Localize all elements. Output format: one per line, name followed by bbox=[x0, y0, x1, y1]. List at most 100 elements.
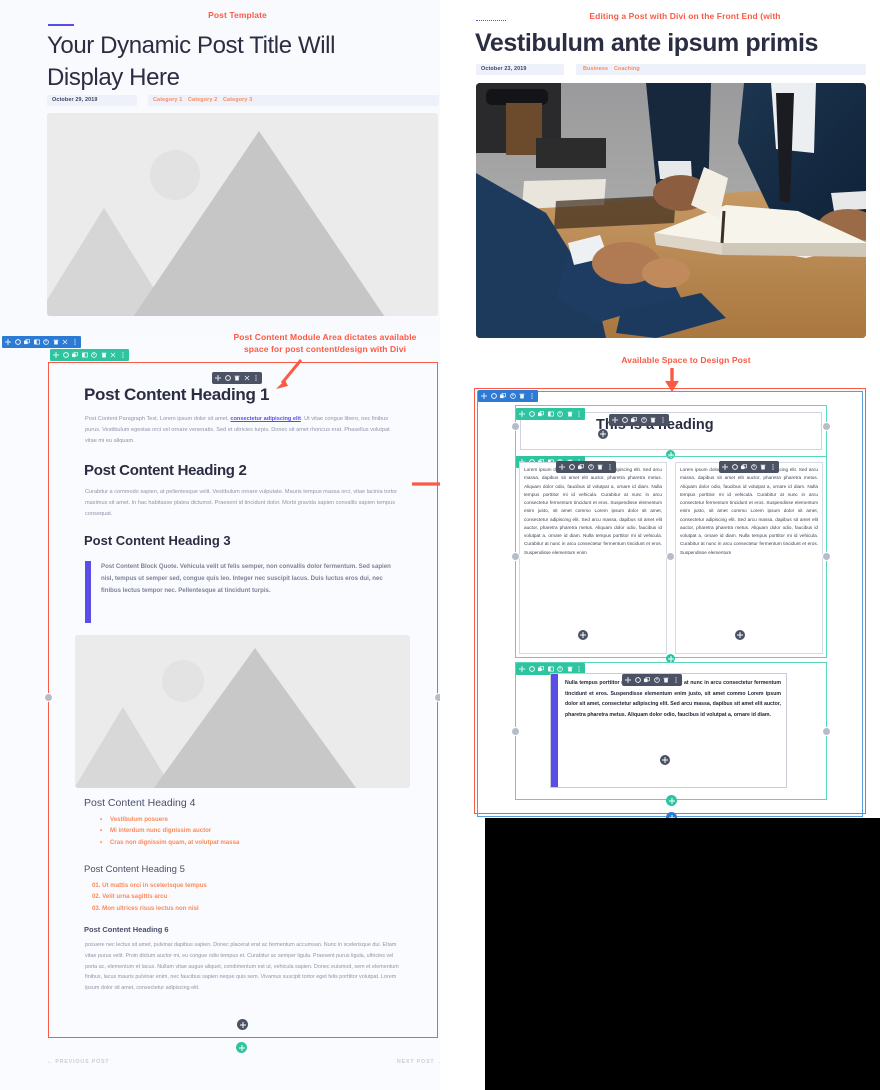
category-2[interactable]: Category 2 bbox=[188, 95, 217, 106]
more-options-icon[interactable] bbox=[120, 352, 126, 358]
trash-icon[interactable] bbox=[597, 464, 603, 470]
more-options-icon[interactable] bbox=[607, 464, 613, 470]
duplicate-icon[interactable] bbox=[741, 464, 747, 470]
gear-icon[interactable] bbox=[14, 339, 21, 345]
row-handle-left[interactable] bbox=[511, 422, 520, 431]
trash-icon[interactable] bbox=[663, 677, 669, 683]
gear-icon[interactable] bbox=[528, 411, 535, 417]
gear-icon[interactable] bbox=[528, 666, 535, 672]
add-module-blockquote[interactable] bbox=[660, 755, 670, 765]
category-coaching[interactable]: Coaching bbox=[614, 64, 640, 75]
close-icon[interactable] bbox=[110, 352, 116, 358]
gear-icon[interactable] bbox=[568, 464, 575, 470]
gear-icon[interactable] bbox=[62, 352, 69, 358]
add-section-button-left[interactable] bbox=[236, 1042, 247, 1053]
layout-icon[interactable] bbox=[547, 411, 554, 417]
move-icon[interactable] bbox=[559, 464, 565, 470]
more-options-icon[interactable] bbox=[576, 666, 582, 672]
section-toolbar-right[interactable] bbox=[478, 390, 538, 402]
add-module-col-right[interactable] bbox=[735, 630, 745, 640]
more-options-icon[interactable] bbox=[673, 677, 679, 683]
save-icon[interactable] bbox=[557, 666, 563, 672]
category-3[interactable]: Category 3 bbox=[223, 95, 252, 106]
module-toolbar-col-left[interactable] bbox=[556, 461, 616, 473]
more-options-icon[interactable] bbox=[72, 339, 78, 345]
module-toolbar-blockquote[interactable] bbox=[622, 674, 682, 686]
save-icon[interactable] bbox=[509, 393, 516, 399]
module-toolbar-heading[interactable] bbox=[609, 414, 669, 426]
next-post-link[interactable]: NEXT POST → bbox=[397, 1059, 443, 1065]
more-options-icon[interactable] bbox=[770, 464, 776, 470]
module-toolbar-col-right[interactable] bbox=[719, 461, 779, 473]
duplicate-icon[interactable] bbox=[631, 417, 637, 423]
duplicate-icon[interactable] bbox=[538, 411, 544, 417]
row-toolbar-heading[interactable] bbox=[516, 408, 585, 420]
save-icon[interactable] bbox=[750, 464, 757, 470]
save-icon[interactable] bbox=[557, 411, 563, 417]
column-handle-left[interactable] bbox=[511, 552, 520, 561]
close-icon[interactable] bbox=[244, 375, 250, 381]
save-icon[interactable] bbox=[587, 464, 594, 470]
layout-icon[interactable] bbox=[81, 352, 88, 358]
gear-icon[interactable] bbox=[224, 375, 231, 381]
module-toolbar-left[interactable] bbox=[212, 372, 262, 384]
gear-icon[interactable] bbox=[490, 393, 497, 399]
duplicate-icon[interactable] bbox=[72, 352, 78, 358]
gear-icon[interactable] bbox=[634, 677, 641, 683]
trash-icon[interactable] bbox=[760, 464, 766, 470]
paragraph-1-link[interactable]: consectetur adipiscing elit bbox=[230, 416, 301, 422]
builder-blockquote[interactable]: Nulla tempus porttitor mi id vehicula. C… bbox=[550, 673, 787, 788]
trash-icon[interactable] bbox=[100, 352, 107, 358]
row-toolbar-left[interactable] bbox=[50, 349, 129, 361]
move-icon[interactable] bbox=[612, 417, 618, 423]
gear-icon[interactable] bbox=[621, 417, 628, 423]
close-icon[interactable] bbox=[62, 339, 68, 345]
duplicate-icon[interactable] bbox=[500, 393, 506, 399]
section-toolbar-left[interactable] bbox=[2, 336, 81, 348]
blockquote-handle-left[interactable] bbox=[511, 727, 520, 736]
save-icon[interactable] bbox=[91, 352, 97, 358]
gear-icon[interactable] bbox=[731, 464, 738, 470]
more-options-icon[interactable] bbox=[253, 375, 259, 381]
layout-icon[interactable] bbox=[33, 339, 40, 345]
text-column-left[interactable]: Lorem ipsum dolor sit amet, consectetur … bbox=[519, 462, 667, 654]
row-handle-right[interactable] bbox=[822, 422, 831, 431]
add-module-button-left[interactable] bbox=[237, 1019, 248, 1030]
save-icon[interactable] bbox=[43, 339, 49, 345]
category-business[interactable]: Business bbox=[583, 64, 608, 75]
previous-post-link[interactable]: ← PREVIOUS POST bbox=[47, 1059, 110, 1065]
trash-icon[interactable] bbox=[566, 411, 573, 417]
duplicate-icon[interactable] bbox=[578, 464, 584, 470]
layout-icon[interactable] bbox=[547, 666, 554, 672]
trash-icon[interactable] bbox=[650, 417, 656, 423]
trash-icon[interactable] bbox=[52, 339, 59, 345]
save-icon[interactable] bbox=[640, 417, 647, 423]
resize-handle-left[interactable] bbox=[44, 693, 53, 702]
blockquote-handle-right[interactable] bbox=[822, 727, 831, 736]
trash-icon[interactable] bbox=[566, 666, 573, 672]
add-module-heading[interactable] bbox=[598, 429, 608, 439]
add-module-col-left[interactable] bbox=[578, 630, 588, 640]
more-options-icon[interactable] bbox=[660, 417, 666, 423]
trash-icon[interactable] bbox=[234, 375, 240, 381]
text-column-right[interactable]: Lorem ipsum dolor sit amet, consectetur … bbox=[675, 462, 823, 654]
trash-icon[interactable] bbox=[519, 393, 525, 399]
move-icon[interactable] bbox=[53, 352, 59, 358]
move-icon[interactable] bbox=[519, 666, 525, 672]
duplicate-icon[interactable] bbox=[538, 666, 544, 672]
move-icon[interactable] bbox=[481, 393, 487, 399]
save-icon[interactable] bbox=[653, 677, 660, 683]
add-row-bottom[interactable] bbox=[666, 795, 677, 806]
move-icon[interactable] bbox=[519, 411, 525, 417]
move-icon[interactable] bbox=[625, 677, 631, 683]
move-icon[interactable] bbox=[5, 339, 11, 345]
category-1[interactable]: Category 1 bbox=[153, 95, 182, 106]
duplicate-icon[interactable] bbox=[24, 339, 30, 345]
column-handle-right[interactable] bbox=[822, 552, 831, 561]
more-options-icon[interactable] bbox=[576, 411, 582, 417]
move-icon[interactable] bbox=[722, 464, 728, 470]
move-icon[interactable] bbox=[215, 375, 221, 381]
more-options-icon[interactable] bbox=[529, 393, 535, 399]
column-handle-center[interactable] bbox=[666, 552, 675, 561]
duplicate-icon[interactable] bbox=[644, 677, 650, 683]
